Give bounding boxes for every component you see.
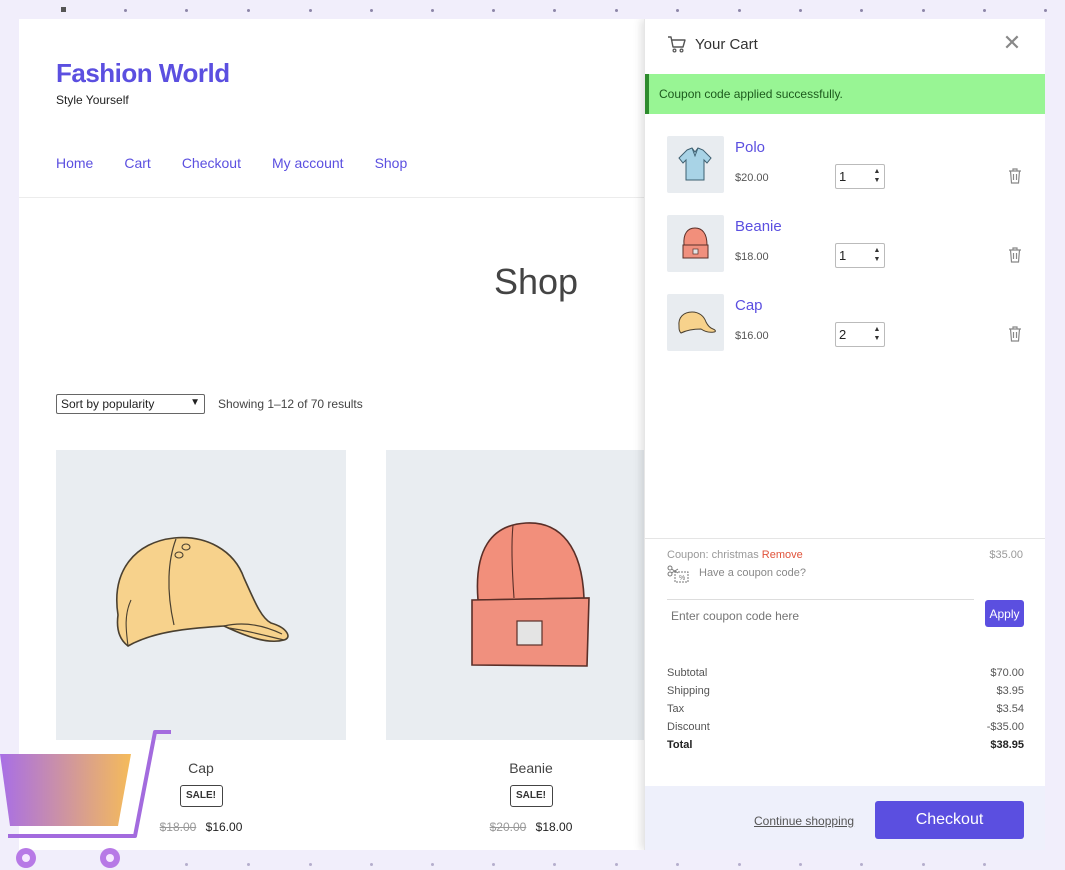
- tax-value: $3.54: [996, 703, 1024, 715]
- nav-home[interactable]: Home: [56, 155, 93, 171]
- nav-cart[interactable]: Cart: [124, 155, 150, 171]
- chevron-down-icon: ▼: [190, 397, 200, 408]
- sale-price: $18.00: [535, 820, 573, 834]
- total-label: Total: [667, 739, 693, 751]
- old-price: $20.00: [489, 820, 527, 834]
- sale-badge: SALE!: [179, 785, 223, 807]
- cart-item-thumbnail[interactable]: [667, 136, 724, 193]
- trash-icon[interactable]: [1007, 246, 1023, 264]
- quantity-value: 2: [839, 327, 847, 342]
- cart-item-price: $20.00: [735, 172, 769, 184]
- quantity-value: 1: [839, 248, 847, 263]
- nav-my-account[interactable]: My account: [272, 155, 344, 171]
- polo-illustration: [678, 147, 712, 181]
- top-decoration-dots: [0, 0, 1065, 20]
- quantity-spin-icon[interactable]: ▲ ▼: [872, 246, 882, 265]
- quantity-stepper[interactable]: 2 ▲ ▼: [835, 322, 885, 347]
- quantity-stepper[interactable]: 1 ▲ ▼: [835, 243, 885, 268]
- trash-icon[interactable]: [1007, 167, 1023, 185]
- discount-row: Discount -$35.00: [667, 721, 1024, 739]
- shipping-label: Shipping: [667, 685, 710, 697]
- cart-item-name[interactable]: Polo: [735, 139, 765, 156]
- apply-coupon-button[interactable]: Apply: [985, 600, 1024, 627]
- total-value: $38.95: [990, 739, 1024, 751]
- nav-shop[interactable]: Shop: [375, 155, 408, 171]
- nav-checkout[interactable]: Checkout: [182, 155, 241, 171]
- cart-item-beanie: Beanie $18.00 1 ▲ ▼: [667, 215, 1027, 273]
- quantity-stepper[interactable]: 1 ▲ ▼: [835, 164, 885, 189]
- site-tagline: Style Yourself: [56, 93, 129, 107]
- product-card-beanie[interactable]: Beanie SALE! $20.00 $18.00: [386, 450, 676, 834]
- have-coupon-toggle[interactable]: Have a coupon code?: [699, 567, 806, 579]
- quantity-spin-icon[interactable]: ▲ ▼: [872, 325, 882, 344]
- cart-item-name[interactable]: Beanie: [735, 218, 782, 235]
- cart-item-cap: Cap $16.00 2 ▲ ▼: [667, 294, 1027, 352]
- product-image-cap[interactable]: [56, 450, 346, 740]
- quantity-spin-icon[interactable]: ▲ ▼: [872, 167, 882, 186]
- checkout-button[interactable]: Checkout: [875, 801, 1024, 839]
- beanie-illustration: [682, 227, 709, 259]
- remove-coupon-link[interactable]: Remove: [762, 549, 803, 561]
- cart-drawer-header: Your Cart ✕: [645, 19, 1045, 74]
- coupon-amount: $35.00: [989, 549, 1023, 561]
- cart-divider: [645, 538, 1045, 539]
- cart-drawer: Your Cart ✕ Coupon code applied successf…: [644, 19, 1045, 850]
- cart-item-price: $16.00: [735, 330, 769, 342]
- sale-price: $16.00: [205, 820, 243, 834]
- shipping-value: $3.95: [996, 685, 1024, 697]
- results-count: Showing 1–12 of 70 results: [218, 397, 363, 411]
- shopping-cart-icon: [668, 36, 686, 53]
- cart-item-thumbnail[interactable]: [667, 215, 724, 272]
- cart-item-name[interactable]: Cap: [735, 297, 763, 314]
- cart-title: Your Cart: [695, 36, 758, 53]
- sale-badge: SALE!: [509, 785, 553, 807]
- cart-totals: Subtotal $70.00 Shipping $3.95 Tax $3.54…: [667, 667, 1024, 757]
- coupon-scissors-icon: %: [667, 565, 689, 583]
- page-title: Shop: [494, 261, 579, 302]
- continue-shopping-link[interactable]: Continue shopping: [754, 814, 854, 828]
- product-image-beanie[interactable]: [386, 450, 676, 740]
- product-name-beanie[interactable]: Beanie: [386, 760, 676, 776]
- cart-logo-icon: [0, 730, 171, 868]
- cap-illustration: [116, 536, 289, 647]
- close-icon[interactable]: ✕: [1002, 32, 1022, 54]
- cart-item-thumbnail[interactable]: [667, 294, 724, 351]
- header-divider: [19, 197, 644, 198]
- svg-text:%: %: [679, 575, 685, 582]
- cart-item-polo: Polo $20.00 1 ▲ ▼: [667, 136, 1027, 194]
- discount-label: Discount: [667, 721, 710, 733]
- site-title[interactable]: Fashion World: [56, 58, 230, 89]
- sort-selected-value: Sort by popularity: [61, 397, 155, 411]
- beanie-illustration: [471, 522, 590, 667]
- total-row: Total $38.95: [667, 739, 1024, 757]
- coupon-success-notice: Coupon code applied successfully.: [645, 74, 1045, 114]
- discount-value: -$35.00: [986, 721, 1024, 733]
- cap-illustration: [678, 311, 716, 334]
- browser-window: Fashion World Style Yourself Home Cart C…: [19, 19, 1045, 850]
- cart-drawer-footer: Continue shopping Checkout: [645, 786, 1045, 850]
- subtotal-label: Subtotal: [667, 667, 708, 679]
- store-page: Fashion World Style Yourself Home Cart C…: [19, 19, 676, 850]
- sort-select[interactable]: Sort by popularity ▼: [56, 394, 205, 414]
- coupon-label: Coupon: christmas: [667, 549, 759, 561]
- cart-item-price: $18.00: [735, 251, 769, 263]
- applied-coupon: Coupon: christmas Remove: [667, 549, 803, 561]
- tax-label: Tax: [667, 703, 685, 715]
- subtotal-value: $70.00: [990, 667, 1024, 679]
- subtotal-row: Subtotal $70.00: [667, 667, 1024, 685]
- trash-icon[interactable]: [1007, 325, 1023, 343]
- coupon-code-input[interactable]: [667, 599, 974, 627]
- main-nav: Home Cart Checkout My account Shop: [56, 155, 407, 171]
- product-price-beanie: $20.00 $18.00: [386, 820, 676, 834]
- tax-row: Tax $3.54: [667, 703, 1024, 721]
- shipping-row: Shipping $3.95: [667, 685, 1024, 703]
- quantity-value: 1: [839, 169, 847, 184]
